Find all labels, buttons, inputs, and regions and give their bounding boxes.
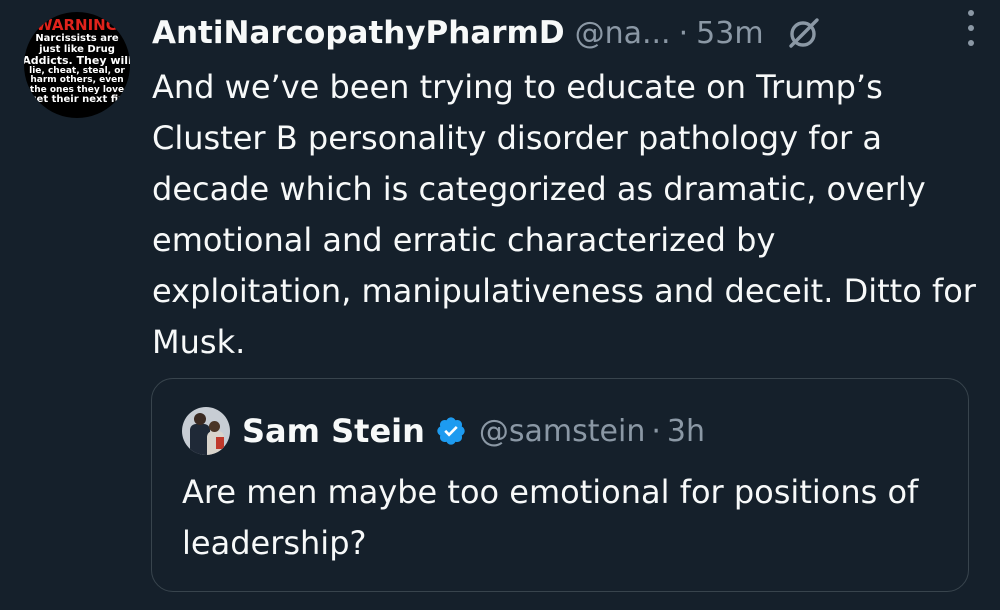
quoted-tweet-header: Sam Stein @samstein · 3h xyxy=(182,407,705,455)
verified-badge-icon xyxy=(435,415,467,447)
grok-icon[interactable] xyxy=(786,15,822,51)
separator-dot: · xyxy=(678,15,689,51)
avatar-warning-text: WARNING xyxy=(35,16,119,35)
quoted-author-avatar[interactable] xyxy=(182,407,230,455)
tweet-text: And we’ve been trying to educate on Trum… xyxy=(152,68,976,361)
author-handle[interactable]: @na... xyxy=(575,16,671,51)
timestamp[interactable]: 53m xyxy=(696,16,763,51)
avatar-text-line: Addicts. They will xyxy=(24,54,130,68)
author-name[interactable]: AntiNarcopathyPharmD xyxy=(152,15,565,51)
quoted-tweet[interactable]: Sam Stein @samstein · 3h Are men maybe t… xyxy=(151,378,969,592)
quoted-author-handle[interactable]: @samstein xyxy=(479,414,645,449)
separator-dot: · xyxy=(651,413,661,449)
quoted-author-name[interactable]: Sam Stein xyxy=(242,412,425,450)
quoted-tweet-text: Are men maybe too emotional for position… xyxy=(182,473,919,562)
quoted-timestamp[interactable]: 3h xyxy=(667,414,705,449)
tweet-header: AntiNarcopathyPharmD @na... · 53m xyxy=(152,10,980,56)
author-avatar[interactable]: WARNING Narcissists are just like Drug A… xyxy=(24,12,130,118)
more-options-icon[interactable] xyxy=(966,10,976,46)
avatar-text-line: get their next fix xyxy=(29,94,125,106)
